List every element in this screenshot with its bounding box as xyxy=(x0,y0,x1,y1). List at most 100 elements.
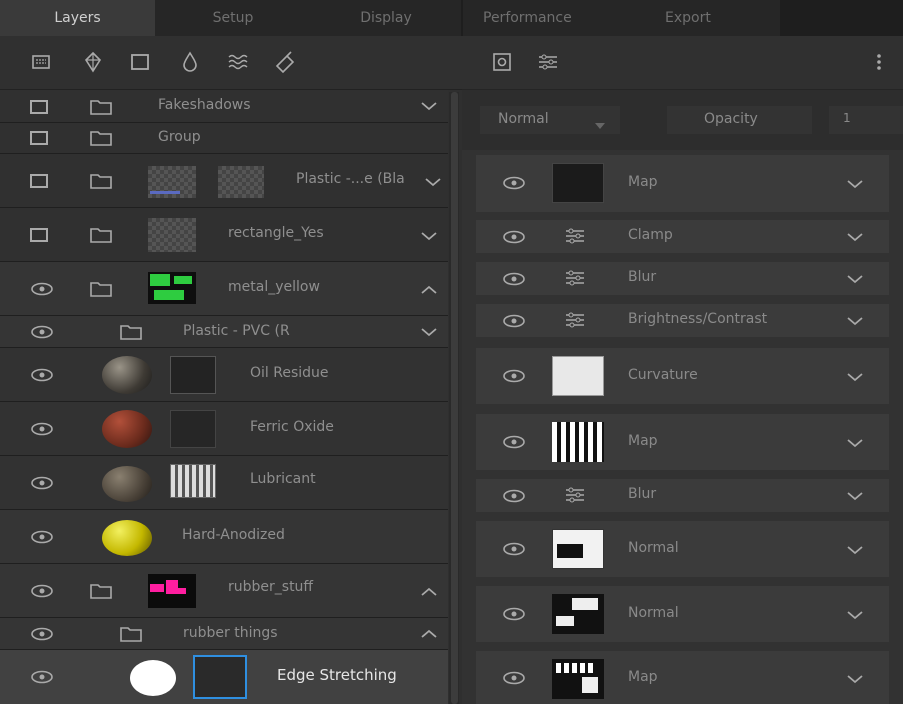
tab-layers[interactable]: Layers xyxy=(0,0,155,36)
eye-icon[interactable] xyxy=(30,325,54,343)
selected-mask-thumbnail[interactable] xyxy=(193,655,247,699)
layer-row[interactable]: Ferric Oxide xyxy=(0,402,448,456)
eye-icon[interactable] xyxy=(30,530,54,548)
layer-row[interactable]: Lubricant xyxy=(0,456,448,510)
effect-row[interactable]: Normal xyxy=(476,586,889,642)
chevron-down-icon[interactable] xyxy=(846,673,864,689)
eye-icon[interactable] xyxy=(30,670,54,688)
drop-icon[interactable] xyxy=(177,49,203,75)
eye-icon[interactable] xyxy=(30,422,54,440)
folder-icon xyxy=(90,173,112,193)
eye-icon[interactable] xyxy=(502,671,526,689)
layer-row[interactable]: rectangle_Yes xyxy=(0,208,448,262)
layer-row[interactable]: Plastic -...e (Bla xyxy=(0,154,448,208)
opacity-input[interactable]: 1 xyxy=(829,106,903,134)
layer-name: Hard-Anodized xyxy=(182,527,285,543)
chevron-down-icon[interactable] xyxy=(846,371,864,387)
chevron-down-icon[interactable] xyxy=(846,437,864,453)
chevron-down-icon[interactable] xyxy=(846,315,864,331)
layer-name: Plastic - PVC (R xyxy=(183,323,290,339)
chevron-down-icon[interactable] xyxy=(846,609,864,625)
effect-row[interactable]: Map xyxy=(476,414,889,470)
folder-icon xyxy=(90,130,112,150)
tab-display[interactable]: Display xyxy=(311,0,461,36)
tab-bar: Layers Setup Display Performance Export xyxy=(0,0,903,36)
eye-icon[interactable] xyxy=(502,314,526,332)
eye-icon[interactable] xyxy=(30,368,54,386)
chevron-up-icon[interactable] xyxy=(420,586,438,602)
effect-row[interactable]: Curvature xyxy=(476,348,889,404)
effect-row[interactable]: Brightness/Contrast xyxy=(476,304,889,337)
layer-thumbnail xyxy=(148,166,196,198)
scrollbar-thumb[interactable] xyxy=(451,92,458,704)
mask-icon[interactable] xyxy=(492,52,512,76)
eye-icon[interactable] xyxy=(502,435,526,453)
chevron-down-icon[interactable] xyxy=(846,178,864,194)
blend-mode-select[interactable]: Normal xyxy=(480,106,620,134)
filter-sliders-icon[interactable] xyxy=(537,52,559,76)
eye-icon[interactable] xyxy=(30,627,54,645)
eye-icon[interactable] xyxy=(30,282,54,300)
eye-icon[interactable] xyxy=(30,584,54,602)
eye-icon[interactable] xyxy=(30,476,54,494)
visibility-checkbox[interactable] xyxy=(30,228,48,242)
layer-row[interactable]: metal_yellow xyxy=(0,262,448,316)
texture-grid-icon[interactable] xyxy=(28,49,54,75)
tab-export[interactable]: Export xyxy=(615,0,780,36)
eye-icon[interactable] xyxy=(502,176,526,194)
chevron-down-icon[interactable] xyxy=(420,230,438,246)
layer-row[interactable]: Hard-Anodized xyxy=(0,510,448,564)
tab-performance[interactable]: Performance xyxy=(463,0,615,36)
folder-icon xyxy=(90,281,112,301)
fill-layer-icon[interactable] xyxy=(80,49,106,75)
effect-row[interactable]: Blur xyxy=(476,479,889,512)
folder-icon xyxy=(90,227,112,247)
chevron-down-icon[interactable] xyxy=(846,490,864,506)
visibility-checkbox[interactable] xyxy=(30,100,48,114)
chevron-down-icon[interactable] xyxy=(846,231,864,247)
chevron-down-icon[interactable] xyxy=(420,100,438,116)
eye-icon[interactable] xyxy=(502,489,526,507)
layer-row-selected[interactable]: Edge Stretching xyxy=(0,650,448,704)
chevron-up-icon[interactable] xyxy=(420,284,438,300)
eye-icon[interactable] xyxy=(502,542,526,560)
folder-icon xyxy=(120,626,142,646)
effect-name: Blur xyxy=(628,269,657,285)
waves-icon[interactable] xyxy=(225,49,251,75)
eye-icon[interactable] xyxy=(502,607,526,625)
eye-icon[interactable] xyxy=(502,369,526,387)
smart-material-icon[interactable] xyxy=(272,49,298,75)
layer-thumbnail xyxy=(148,272,196,304)
tab-setup[interactable]: Setup xyxy=(155,0,311,36)
layer-row[interactable]: Fakeshadows xyxy=(0,90,448,123)
more-options-icon[interactable] xyxy=(876,52,882,76)
folder-icon xyxy=(90,99,112,119)
chevron-down-icon[interactable] xyxy=(846,273,864,289)
effect-row[interactable]: Map xyxy=(476,155,889,212)
effect-row[interactable]: Clamp xyxy=(476,220,889,253)
chevron-up-icon[interactable] xyxy=(420,628,438,644)
effect-row[interactable]: Blur xyxy=(476,262,889,295)
layer-name: Plastic -...e (Bla xyxy=(296,171,405,187)
dropdown-arrow-icon xyxy=(595,117,605,133)
effect-row[interactable]: Normal xyxy=(476,521,889,577)
layer-row[interactable]: rubber_stuff xyxy=(0,564,448,618)
rectangle-icon[interactable] xyxy=(127,49,153,75)
chevron-down-icon[interactable] xyxy=(424,176,442,192)
layer-row[interactable]: Group xyxy=(0,123,448,154)
layer-name: metal_yellow xyxy=(228,279,320,295)
visibility-checkbox[interactable] xyxy=(30,131,48,145)
effect-thumbnail xyxy=(552,594,604,634)
chevron-down-icon[interactable] xyxy=(846,544,864,560)
layer-row[interactable]: rubber things xyxy=(0,618,448,650)
eye-icon[interactable] xyxy=(502,272,526,290)
layer-name: rectangle_Yes xyxy=(228,225,324,241)
chevron-down-icon[interactable] xyxy=(420,326,438,342)
effect-name: Clamp xyxy=(628,227,673,243)
layer-row[interactable]: Oil Residue xyxy=(0,348,448,402)
layer-row[interactable]: Plastic - PVC (R xyxy=(0,316,448,348)
eye-icon[interactable] xyxy=(502,230,526,248)
visibility-checkbox[interactable] xyxy=(30,174,48,188)
layer-name: Oil Residue xyxy=(250,365,329,381)
effect-row[interactable]: Map xyxy=(476,651,889,704)
